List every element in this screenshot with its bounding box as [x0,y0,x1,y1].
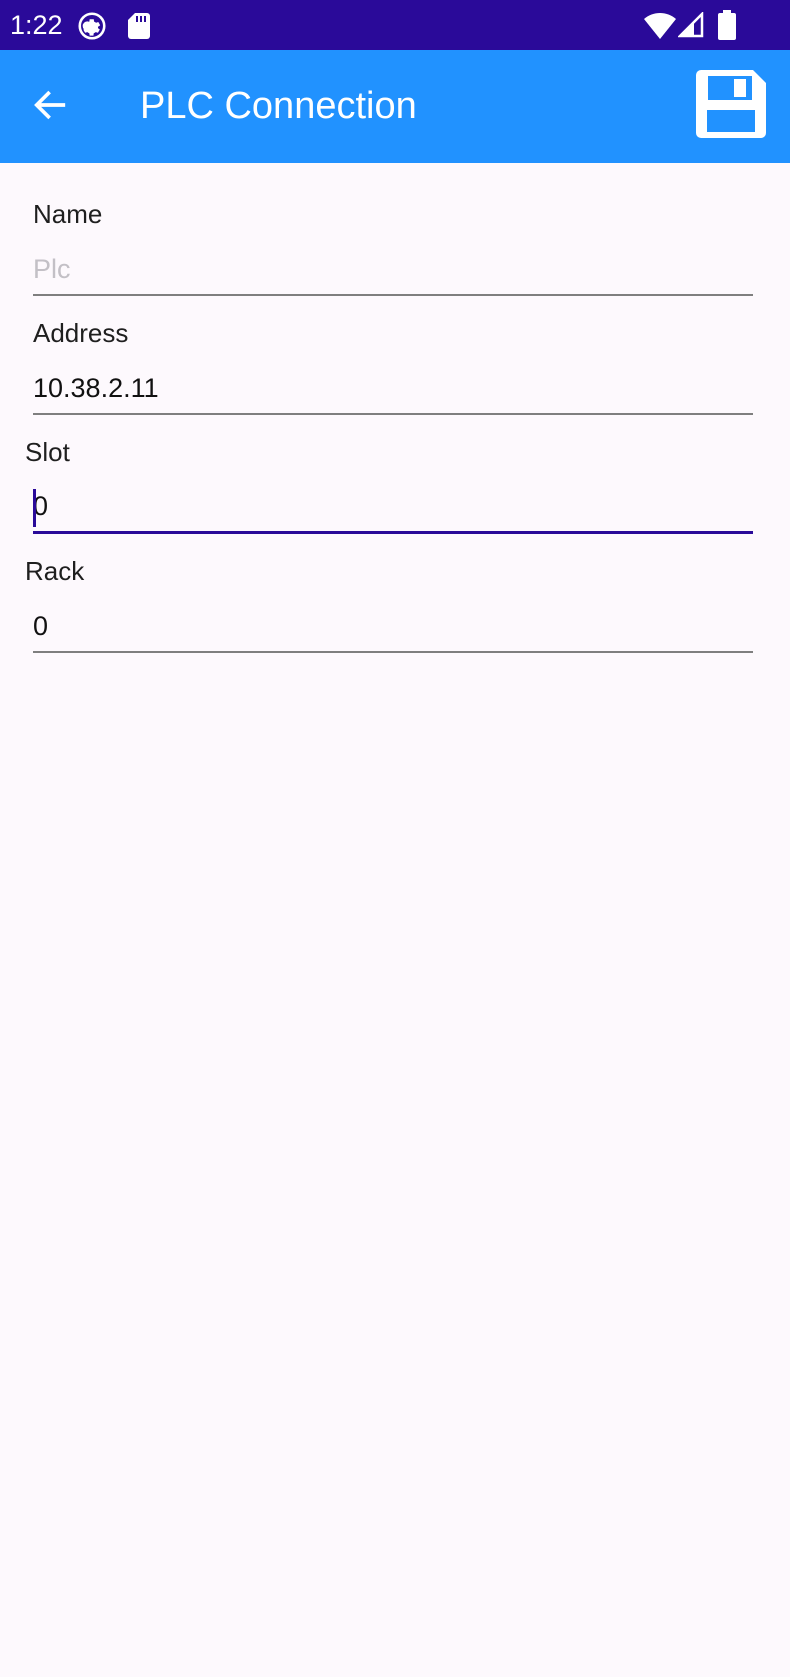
app-bar: PLC Connection [0,50,790,163]
wifi-icon [644,13,676,39]
text-cursor [33,489,36,527]
address-label: Address [33,318,129,348]
status-time: 1:22 [10,10,63,40]
save-button[interactable] [696,70,770,142]
cell-signal-icon [678,12,704,38]
back-button[interactable] [22,80,78,130]
name-label: Name [33,199,103,229]
slot-input[interactable] [33,486,753,534]
arrow-left-icon [34,90,66,120]
rack-label: Rack [25,556,85,586]
address-input[interactable] [33,367,753,415]
name-input[interactable] [33,248,753,296]
rack-input[interactable] [33,605,753,653]
battery-icon [718,10,736,40]
sd-card-icon [128,13,150,39]
floppy-disk-icon [696,70,766,138]
page-title: PLC Connection [140,85,417,127]
settings-gear-icon [78,12,106,40]
status-bar: 1:22 [0,0,790,50]
slot-label: Slot [25,437,70,467]
